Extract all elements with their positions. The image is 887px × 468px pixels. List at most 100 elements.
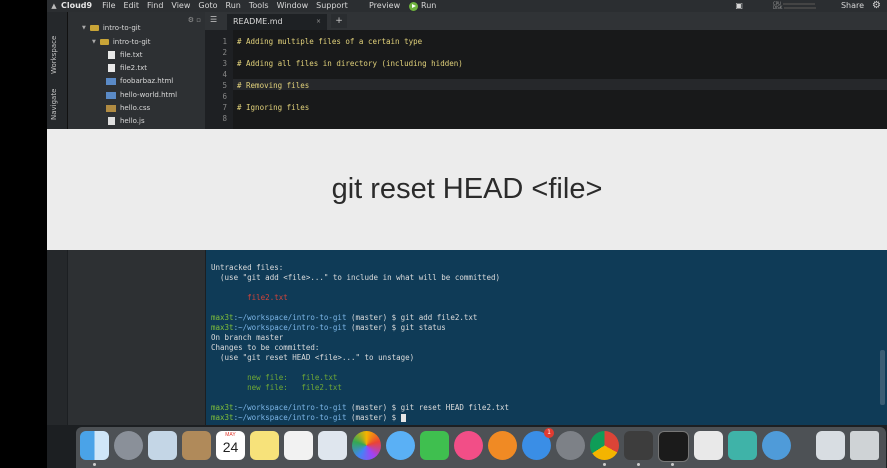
menu-window[interactable]: Window [277,0,309,12]
menu-icon[interactable]: ☰ [210,15,217,24]
menu-file[interactable]: File [102,0,115,12]
app-store-icon[interactable]: 1 [522,428,554,460]
terminal[interactable]: Untracked files: (use "git add <file>...… [206,250,887,425]
prompt-path: :~/workspace/intro-to-git [233,413,347,422]
contacts-icon[interactable] [182,431,211,460]
terminal-line: On branch master [211,333,284,342]
tree-file-label: hello.css [120,104,151,112]
launchpad-icon[interactable] [114,431,143,460]
cloud9-menu[interactable]: Cloud9 [61,0,92,12]
finder-icon[interactable] [80,431,109,460]
terminal-line: (use "git reset HEAD <file>..." to unsta… [211,353,415,362]
folder-icon [89,25,99,31]
terminal-cursor [400,414,406,422]
calendar-icon[interactable]: MAY 24 [216,431,245,460]
menu-bar: ▲ Cloud9 File Edit Find View Goto Run To… [47,0,887,12]
up-arrow-icon[interactable]: ▲ [47,0,61,12]
slack-icon[interactable] [694,431,723,460]
lower-side-tabs [47,250,67,425]
camera-icon[interactable]: ▣ [735,0,743,12]
markdown-icon[interactable] [728,431,757,460]
messages-icon[interactable] [386,431,415,460]
tab-navigate[interactable]: Navigate [50,89,58,120]
disk-bar [784,7,817,9]
tree-file-label: hello-world.html [120,91,178,99]
prompt-user: max3t [211,413,234,422]
gear-icon[interactable]: ⚙ [872,0,881,12]
notes-icon[interactable] [250,431,279,460]
ibooks-icon[interactable] [488,431,517,460]
prompt-user: max3t [211,323,234,332]
line-number: 6 [222,92,227,101]
caret-down-icon[interactable]: ▼ [82,22,86,34]
tree-root[interactable]: ▼ intro-to-git [82,22,140,34]
menubar-right: ▣ CPU DISK Share ⚙ [735,0,887,12]
chrome-icon[interactable] [590,431,619,460]
tab-workspace[interactable]: Workspace [50,36,58,74]
tree-file[interactable]: foobarbaz.html [106,75,173,87]
prompt-user: max3t [211,313,234,322]
line-number: 2 [222,48,227,57]
itunes-icon[interactable] [454,431,483,460]
code-editor[interactable]: 1 # Adding multiple files of a certain t… [205,30,887,130]
calendar-month: MAY [225,432,236,438]
folder-icon[interactable] [816,431,845,460]
system-preferences-icon[interactable] [556,431,585,460]
tree-file[interactable]: file2.txt [108,62,147,74]
disk-label: DISK [772,5,783,10]
code-line: # Removing files [237,81,310,90]
prompt-line-active[interactable]: max3t:~/workspace/intro-to-git (master) … [211,413,406,422]
tree-file[interactable]: hello-world.html [106,89,177,101]
tree-folder[interactable]: ▼ intro-to-git [92,36,150,48]
preview-icon[interactable] [148,431,177,460]
terminal-line: Changes to be committed: [211,343,320,352]
prompt-branch: (master) $ [346,313,401,322]
caret-down-icon[interactable]: ▼ [92,36,96,48]
run-button[interactable]: Run [409,0,436,12]
tree-settings-icon[interactable]: ⚙ ▫ [188,16,201,24]
prompt-line: max3t:~/workspace/intro-to-git (master) … [211,403,509,412]
prompt-path: :~/workspace/intro-to-git [233,323,347,332]
prompt-branch: (master) $ [346,323,401,332]
tree-file-label: hello.js [120,117,145,125]
menu-tools[interactable]: Tools [249,0,269,12]
menu-view[interactable]: View [171,0,190,12]
tree-file[interactable]: file.txt [108,49,143,61]
sublime-text-icon[interactable] [624,431,653,460]
menu-edit[interactable]: Edit [124,0,140,12]
resource-meters: CPU DISK [773,2,823,10]
running-indicator [93,463,96,466]
menu-run[interactable]: Run [226,0,241,12]
terminal-scrollbar[interactable] [880,350,885,405]
tab-readme[interactable]: README.md × [227,14,327,30]
quicktime-icon[interactable] [762,431,791,460]
staged-file-line: new file: file2.txt [211,383,342,392]
calendar-day: 24 [222,439,239,455]
new-file-label: new file: [211,373,302,382]
preview-button[interactable]: Preview [369,0,400,12]
side-panel-tabs: Workspace Navigate [47,12,68,130]
photos-icon[interactable] [352,431,381,460]
prompt-path: :~/workspace/intro-to-git [233,403,347,412]
js-file-icon [108,117,115,125]
menu-find[interactable]: Find [147,0,163,12]
html-file-icon [106,77,116,85]
new-tab-button[interactable]: + [331,14,347,28]
mail-icon[interactable] [318,431,347,460]
menu-goto[interactable]: Goto [198,0,217,12]
close-icon[interactable]: × [316,14,321,30]
running-indicator [603,463,606,466]
current-line-highlight [233,79,887,90]
new-file-label: new file: [211,383,302,392]
trash-icon[interactable] [850,431,879,460]
terminal-icon[interactable] [658,431,689,462]
tree-file[interactable]: hello.js [108,115,145,127]
share-button[interactable]: Share [841,0,864,12]
facetime-icon[interactable] [420,431,449,460]
reminders-icon[interactable] [284,431,313,460]
staged-file-name: file2.txt [301,383,342,392]
tree-file[interactable]: hello.css [106,102,150,114]
css-file-icon [106,104,116,112]
menu-support[interactable]: Support [316,0,348,12]
prompt-path: :~/workspace/intro-to-git [233,313,347,322]
